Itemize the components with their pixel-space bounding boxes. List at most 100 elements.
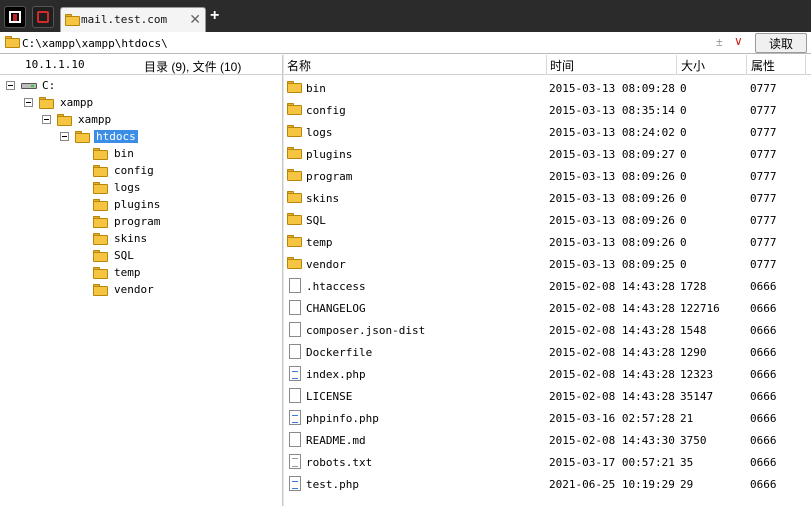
tree-node-label: skins (114, 232, 148, 245)
file-row[interactable]: .htaccess 2015-02-08 14:43:28 1728 0666 (284, 276, 811, 298)
file-time: 2015-02-08 14:43:28 (549, 280, 675, 293)
column-attr[interactable]: 属性 (751, 57, 775, 74)
file-attr: 0666 (750, 478, 777, 491)
file-name: config (306, 104, 346, 117)
collapse-toggle[interactable] (24, 98, 33, 107)
file-time: 2015-02-08 14:43:28 (549, 324, 675, 337)
file-row[interactable]: vendor 2015-03-13 08:09:25 0 0777 (284, 254, 811, 276)
file-row[interactable]: logs 2015-03-13 08:24:02 0 0777 (284, 122, 811, 144)
file-size: 1548 (680, 324, 707, 337)
file-row[interactable]: index.php 2015-02-08 14:43:28 12323 0666 (284, 364, 811, 386)
folder-icon (93, 148, 108, 163)
column-name[interactable]: 名称 (287, 57, 311, 74)
file-icon (289, 322, 301, 340)
file-row[interactable]: skins 2015-03-13 08:09:26 0 0777 (284, 188, 811, 210)
tree-node[interactable]: xampp (42, 112, 270, 128)
file-row[interactable]: temp 2015-03-13 08:09:26 0 0777 (284, 232, 811, 254)
file-name: CHANGELOG (306, 302, 366, 315)
stop-icon[interactable] (32, 6, 54, 28)
file-attr: 0666 (750, 346, 777, 359)
collapse-toggle[interactable] (42, 115, 51, 124)
collapse-toggle[interactable] (6, 81, 15, 90)
path-input[interactable] (22, 35, 752, 51)
file-attr: 0666 (750, 412, 777, 425)
tab-title: mail.test.com (81, 13, 168, 26)
folder-icon (65, 14, 80, 29)
folder-icon (287, 125, 302, 140)
plus-minus-icon[interactable]: ± (716, 35, 723, 49)
tree-node-label: logs (114, 181, 141, 194)
column-divider[interactable] (546, 55, 547, 75)
file-attr: 0777 (750, 192, 777, 205)
file-list-header: 名称 时间 大小 属性 (284, 55, 811, 75)
folder-icon (75, 131, 90, 146)
app-menu-icon[interactable] (4, 6, 26, 28)
file-row[interactable]: bin 2015-03-13 08:09:28 0 0777 (284, 78, 811, 100)
file-size: 3750 (680, 434, 707, 447)
close-tab-icon[interactable]: ✕ (189, 11, 201, 28)
new-tab-button[interactable]: + (210, 7, 219, 25)
file-row[interactable]: SQL 2015-03-13 08:09:26 0 0777 (284, 210, 811, 232)
tree-node[interactable]: vendor (78, 282, 270, 298)
tree-node[interactable]: xampp (24, 95, 270, 111)
column-time[interactable]: 时间 (550, 57, 574, 74)
directory-tree-panel: 10.1.1.10 目录 (9), 文件 (10) C: xampp xampp ht… (0, 55, 282, 506)
file-size: 0 (680, 170, 687, 183)
file-size: 0 (680, 104, 687, 117)
file-size: 1728 (680, 280, 707, 293)
read-button[interactable]: 读取 (755, 33, 807, 53)
folder-icon (93, 216, 108, 231)
tree-node[interactable]: program (78, 214, 270, 230)
tree-node[interactable]: logs (78, 180, 270, 196)
file-name: plugins (306, 148, 353, 161)
file-time: 2015-02-08 14:43:28 (549, 368, 675, 381)
column-divider[interactable] (805, 55, 806, 75)
file-time: 2015-03-13 08:35:14 (549, 104, 675, 117)
file-time: 2015-03-13 08:09:28 (549, 82, 675, 95)
column-divider[interactable] (746, 55, 747, 75)
tab-mail-test-com[interactable]: mail.test.com ✕ (60, 7, 206, 32)
chevron-down-icon[interactable]: ∨ (734, 34, 743, 48)
file-name: program (306, 170, 353, 183)
tree-node[interactable]: C: (6, 78, 270, 94)
file-row[interactable]: robots.txt 2015-03-17 00:57:21 35 0666 (284, 452, 811, 474)
php-file-icon (289, 410, 301, 428)
file-icon (289, 278, 301, 296)
tree-node-label: bin (114, 147, 134, 160)
file-row[interactable]: config 2015-03-13 08:35:14 0 0777 (284, 100, 811, 122)
file-row[interactable]: plugins 2015-03-13 08:09:27 0 0777 (284, 144, 811, 166)
tree-node-label: xampp (60, 96, 94, 109)
column-size[interactable]: 大小 (681, 57, 705, 74)
file-size: 1290 (680, 346, 707, 359)
file-attr: 0777 (750, 258, 777, 271)
tree-node-label: temp (114, 266, 141, 279)
file-size: 21 (680, 412, 694, 425)
file-row[interactable]: CHANGELOG 2015-02-08 14:43:28 122716 0666 (284, 298, 811, 320)
tree-node[interactable]: plugins (78, 197, 270, 213)
file-row[interactable]: test.php 2021-06-25 10:19:29 29 0666 (284, 474, 811, 496)
tree-node[interactable]: bin (78, 146, 270, 162)
file-row[interactable]: composer.json-dist 2015-02-08 14:43:28 154… (284, 320, 811, 342)
file-time: 2015-03-13 08:09:26 (549, 214, 675, 227)
file-time: 2015-02-08 14:43:28 (549, 302, 675, 315)
collapse-toggle[interactable] (60, 132, 69, 141)
tree-node-label: vendor (114, 283, 154, 296)
tree-node[interactable]: temp (78, 265, 270, 281)
file-row[interactable]: program 2015-03-13 08:09:26 0 0777 (284, 166, 811, 188)
file-name: .htaccess (306, 280, 366, 293)
file-attr: 0777 (750, 104, 777, 117)
file-list-panel: 名称 时间 大小 属性 bin 2015-03-13 08:09:28 0 0777 c… (284, 55, 811, 506)
file-row[interactable]: LICENSE 2015-02-08 14:43:28 35147 0666 (284, 386, 811, 408)
file-attr: 0666 (750, 280, 777, 293)
tree-node[interactable]: config (78, 163, 270, 179)
file-row[interactable]: Dockerfile 2015-02-08 14:43:28 1290 0666 (284, 342, 811, 364)
file-time: 2015-03-13 08:09:26 (549, 170, 675, 183)
tree-node[interactable]: SQL (78, 248, 270, 264)
tree-node[interactable]: htdocs (60, 129, 270, 145)
tree-node[interactable]: skins (78, 231, 270, 247)
file-time: 2015-03-13 08:24:02 (549, 126, 675, 139)
column-divider[interactable] (676, 55, 677, 75)
file-row[interactable]: phpinfo.php 2015-03-16 02:57:28 21 0666 (284, 408, 811, 430)
file-row[interactable]: README.md 2015-02-08 14:43:30 3750 0666 (284, 430, 811, 452)
folder-icon (57, 114, 72, 129)
